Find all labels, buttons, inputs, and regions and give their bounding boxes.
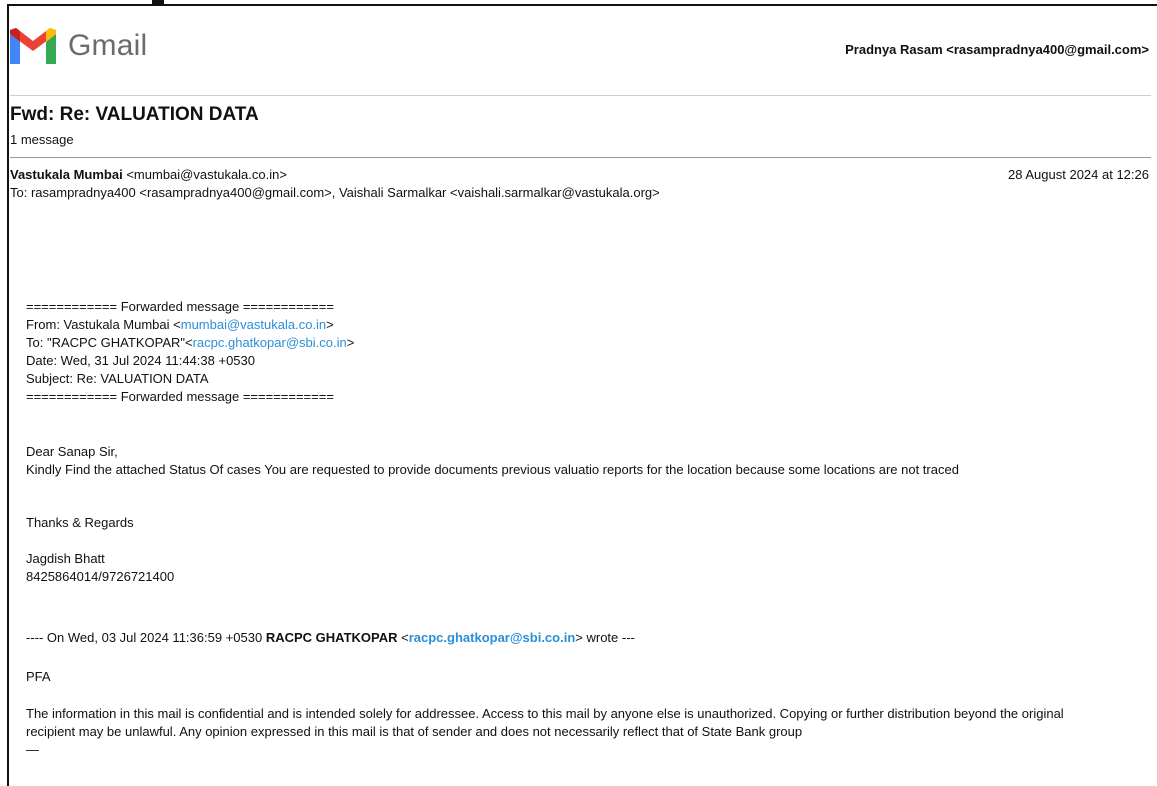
scan-border-top bbox=[7, 4, 1157, 6]
signature: Jagdish Bhatt 8425864014/9726721400 bbox=[26, 550, 174, 586]
scan-border-left bbox=[7, 4, 9, 786]
sender-name: Vastukala Mumbai bbox=[10, 167, 123, 182]
forwarded-from: From: Vastukala Mumbai <mumbai@vastukala… bbox=[26, 317, 334, 332]
signature-phone: 8425864014/9726721400 bbox=[26, 569, 175, 584]
gmail-logo[interactable]: Gmail bbox=[10, 28, 147, 64]
forwarded-header: ============ Forwarded message =========… bbox=[26, 298, 354, 406]
message-date: 28 August 2024 at 12:26 bbox=[1008, 167, 1149, 182]
disclaimer: The information in this mail is confiden… bbox=[26, 705, 1106, 759]
sender-email: <mumbai@vastukala.co.in> bbox=[126, 167, 287, 182]
quote-sender-link[interactable]: racpc.ghatkopar@sbi.co.in bbox=[409, 630, 576, 645]
account-label: Pradnya Rasam <rasampradnya400@gmail.com… bbox=[845, 42, 1149, 57]
disclaimer-text: The information in this mail is confiden… bbox=[26, 706, 1064, 739]
gmail-m-icon bbox=[10, 28, 56, 64]
forwarded-date: Date: Wed, 31 Jul 2024 11:44:38 +0530 bbox=[26, 353, 255, 368]
forwarded-to-link[interactable]: racpc.ghatkopar@sbi.co.in bbox=[193, 335, 347, 350]
scan-border-mark bbox=[152, 0, 164, 4]
header-divider bbox=[10, 95, 1151, 96]
quote-pfa: PFA bbox=[26, 669, 51, 684]
message-body: Dear Sanap Sir, Kindly Find the attached… bbox=[26, 443, 1106, 479]
forwarded-to: To: "RACPC GHATKOPAR"<racpc.ghatkopar@sb… bbox=[26, 335, 355, 350]
greeting: Dear Sanap Sir, bbox=[26, 444, 118, 459]
signature-dash: — bbox=[26, 742, 39, 757]
signature-name: Jagdish Bhatt bbox=[26, 551, 105, 566]
message-divider bbox=[10, 157, 1151, 158]
quote-header: ---- On Wed, 03 Jul 2024 11:36:59 +0530 … bbox=[26, 630, 635, 645]
message-sender: Vastukala Mumbai <mumbai@vastukala.co.in… bbox=[10, 167, 287, 182]
forwarded-separator: ============ Forwarded message =========… bbox=[26, 299, 334, 314]
forwarded-separator-end: ============ Forwarded message =========… bbox=[26, 389, 334, 404]
forwarded-subject: Subject: Re: VALUATION DATA bbox=[26, 371, 209, 386]
body-text: Kindly Find the attached Status Of cases… bbox=[26, 462, 959, 477]
forwarded-from-link[interactable]: mumbai@vastukala.co.in bbox=[181, 317, 326, 332]
quote-sender-name: RACPC GHATKOPAR bbox=[265, 630, 398, 645]
message-count: 1 message bbox=[10, 132, 74, 147]
gmail-wordmark: Gmail bbox=[68, 29, 148, 62]
thread-subject: Fwd: Re: VALUATION DATA bbox=[10, 104, 259, 125]
closing: Thanks & Regards bbox=[26, 515, 134, 530]
message-recipients: To: rasampradnya400 <rasampradnya400@gma… bbox=[10, 185, 660, 200]
